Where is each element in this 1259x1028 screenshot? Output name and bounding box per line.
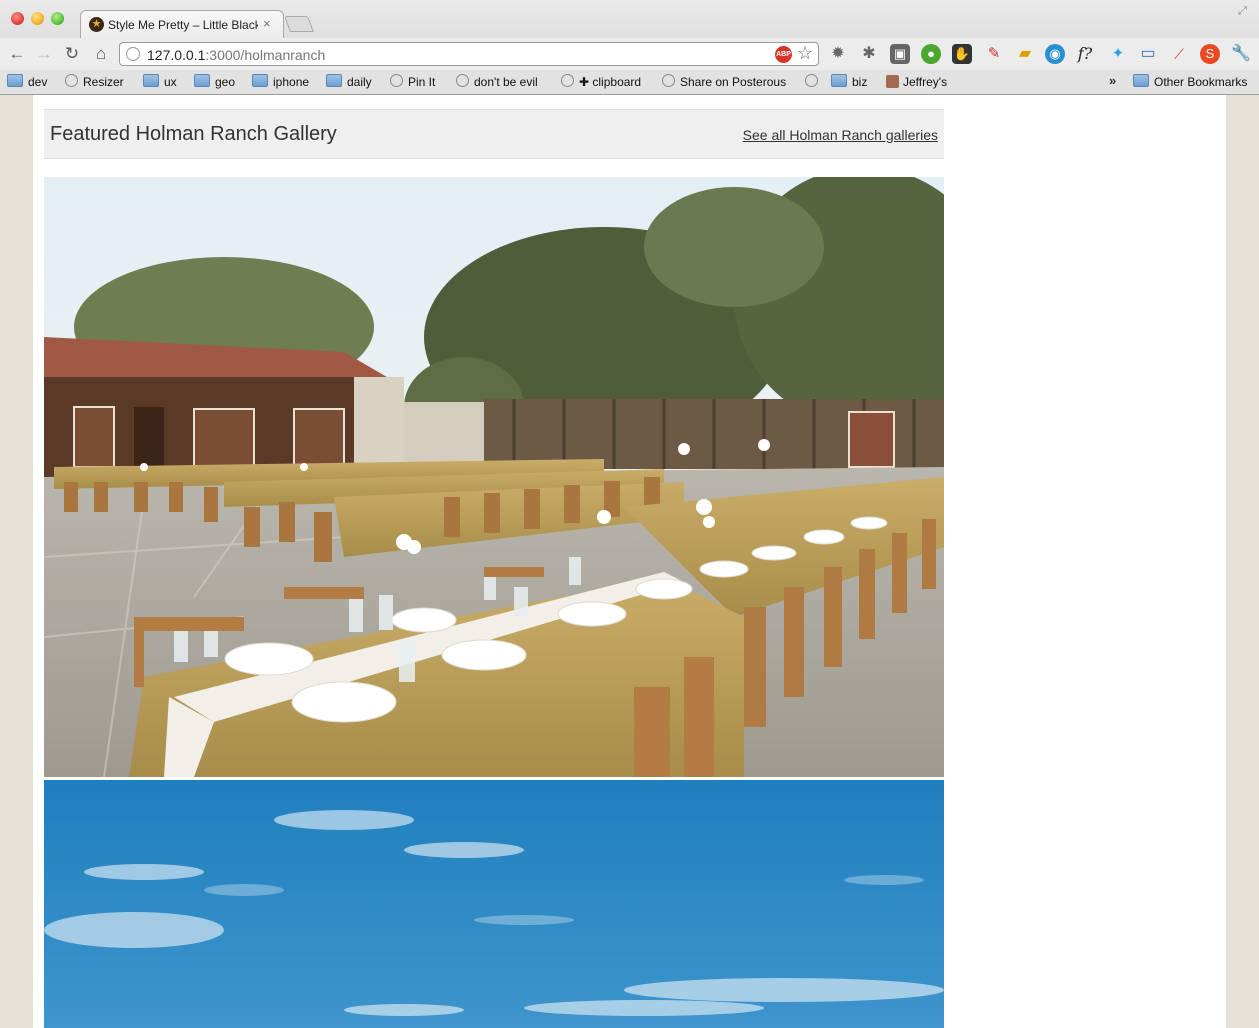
bookmark-item[interactable]: ux (143, 73, 177, 91)
bookmark-item[interactable]: don't be evil (456, 73, 538, 91)
address-bar[interactable]: 127.0.0.1:3000/holmanranch ABP ☆ (119, 42, 819, 66)
blue-sky-image (44, 780, 944, 1028)
bookmark-item[interactable]: Jeffrey's (886, 73, 947, 91)
page-info-icon[interactable] (126, 47, 140, 61)
adblock-icon[interactable]: ABP (775, 46, 792, 63)
site-favicon-icon: ★ (89, 17, 104, 32)
wrench-icon[interactable]: 🔧 (1231, 44, 1251, 64)
bookmark-item[interactable]: Share on Posterous (662, 73, 786, 91)
puzzle-icon[interactable]: ✱ (859, 44, 879, 64)
network-icon[interactable]: ✎ (984, 44, 1004, 64)
bookmark-item[interactable]: iphone (252, 73, 309, 91)
minimize-window-button[interactable] (31, 12, 44, 25)
hand-icon[interactable]: ✋ (952, 44, 972, 64)
bird-icon[interactable]: ✦ (1108, 44, 1128, 64)
truck-icon[interactable]: ▰ (1015, 44, 1035, 64)
bookmark-item[interactable]: dev (7, 73, 47, 91)
bookmark-item[interactable]: Pin It (390, 73, 435, 91)
tab-close-icon[interactable]: × (263, 16, 271, 31)
stumbleupon-icon[interactable]: S (1200, 44, 1220, 64)
close-window-button[interactable] (11, 12, 24, 25)
gallery-header: Featured Holman Ranch Gallery See all Ho… (44, 109, 944, 159)
see-all-galleries-link[interactable]: See all Holman Ranch galleries (743, 127, 938, 143)
url-text[interactable]: 127.0.0.1:3000/holmanranch (147, 47, 325, 63)
courtyard-reception-image (44, 177, 944, 777)
bookmark-item[interactable]: daily (326, 73, 372, 91)
bookmarks-bar: dev Resizer ux geo iphone daily Pin It d… (0, 70, 1259, 94)
tab-strip: ★ Style Me Pretty – Little Black × ⤢ (0, 0, 1259, 38)
page-content: Featured Holman Ranch Gallery See all Ho… (33, 95, 1226, 1028)
green-circle-icon[interactable]: ● (921, 44, 941, 64)
home-button[interactable]: ⌂ (90, 43, 112, 65)
gear-icon[interactable]: ✹ (828, 44, 848, 64)
eye-icon[interactable]: ◉ (1045, 44, 1065, 64)
graph-icon[interactable]: ⟋ (1169, 44, 1189, 64)
gallery-photo-courtyard[interactable] (44, 177, 944, 777)
bookmark-item[interactable]: ✚ clipboard (561, 73, 641, 91)
bookmark-item[interactable] (805, 73, 823, 91)
reload-button[interactable]: ↻ (61, 43, 83, 65)
other-bookmarks-folder[interactable]: Other Bookmarks (1133, 73, 1247, 91)
clipboard-icon[interactable]: ▣ (890, 44, 910, 64)
gallery-photo-sky[interactable] (44, 780, 944, 1028)
new-tab-button[interactable] (284, 16, 314, 32)
browser-tab[interactable]: ★ Style Me Pretty – Little Black × (80, 10, 284, 38)
fullscreen-icon[interactable]: ⤢ (1238, 5, 1247, 18)
bookmark-item[interactable]: Resizer (65, 73, 124, 91)
bookmark-item[interactable]: geo (194, 73, 235, 91)
back-button[interactable]: ← (6, 43, 28, 65)
zoom-window-button[interactable] (51, 12, 64, 25)
bookmark-star-icon[interactable]: ☆ (797, 43, 813, 64)
bookmarks-overflow-icon[interactable]: » (1109, 73, 1116, 88)
browser-chrome: ★ Style Me Pretty – Little Black × ⤢ ← →… (0, 0, 1259, 95)
tab-title: Style Me Pretty – Little Black (108, 18, 258, 32)
bookmark-item[interactable]: biz (831, 73, 867, 91)
font-icon[interactable]: f? (1075, 44, 1095, 64)
navigation-toolbar: ← → ↻ ⌂ 127.0.0.1:3000/holmanranch ABP ☆… (0, 38, 1259, 70)
gallery-title: Featured Holman Ranch Gallery (50, 123, 337, 145)
forward-button[interactable]: → (33, 43, 55, 65)
screen-icon[interactable]: ▭ (1138, 44, 1158, 64)
